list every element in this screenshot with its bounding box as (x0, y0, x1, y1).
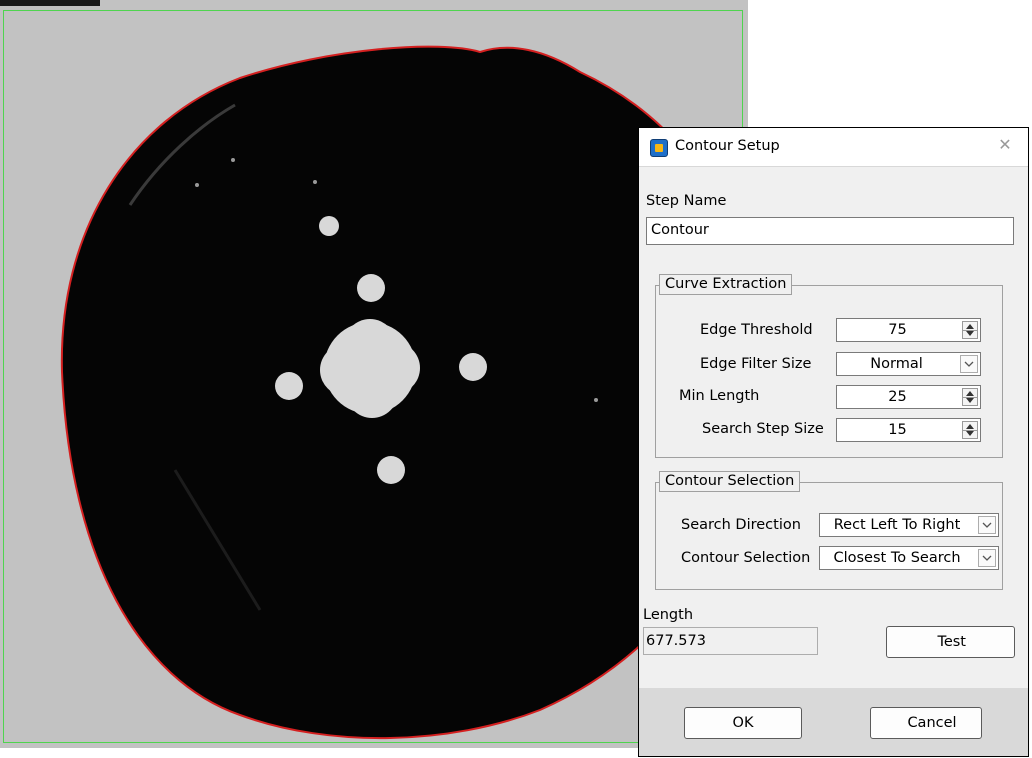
edge-filter-size-label: Edge Filter Size (700, 356, 812, 372)
length-readout: 677.573 (643, 627, 818, 655)
contour-selection-value: Closest To Search (833, 550, 961, 566)
step-name-input[interactable]: Contour (646, 217, 1014, 245)
search-direction-value: Rect Left To Right (833, 517, 961, 533)
search-direction-label: Search Direction (681, 517, 801, 533)
edge-threshold-label: Edge Threshold (700, 322, 813, 338)
chevron-down-icon[interactable] (978, 516, 996, 534)
length-label: Length (643, 607, 694, 623)
chevron-down-icon[interactable] (978, 549, 996, 567)
edge-threshold-value[interactable]: 75 (837, 319, 958, 341)
cancel-button[interactable]: Cancel (870, 707, 982, 739)
image-viewer[interactable] (0, 0, 748, 748)
close-icon[interactable]: ✕ (996, 136, 1014, 154)
chevron-down-icon[interactable] (960, 355, 978, 373)
min-length-value[interactable]: 25 (837, 386, 958, 408)
edge-filter-size-value: Normal (870, 356, 923, 372)
contour-selection-label: Contour Selection (681, 550, 811, 566)
min-length-spinner[interactable]: 25 (836, 385, 981, 409)
roi-rectangle[interactable] (3, 10, 743, 743)
step-name-label: Step Name (646, 193, 727, 209)
dialog-button-bar: OK Cancel (639, 688, 1028, 756)
curve-extraction-legend: Curve Extraction (659, 274, 793, 295)
dialog-title: Contour Setup (675, 138, 780, 154)
spinner-arrows-icon[interactable] (962, 388, 978, 406)
search-step-size-value[interactable]: 15 (837, 419, 958, 441)
search-step-size-spinner[interactable]: 15 (836, 418, 981, 442)
dialog-titlebar[interactable]: Contour Setup ✕ (639, 128, 1028, 167)
contour-selection-legend: Contour Selection (659, 471, 801, 492)
spinner-arrows-icon[interactable] (962, 421, 978, 439)
app-logo-icon (650, 139, 668, 157)
search-step-size-label: Search Step Size (702, 421, 824, 437)
ok-button[interactable]: OK (684, 707, 802, 739)
search-direction-select[interactable]: Rect Left To Right (819, 513, 999, 537)
test-button[interactable]: Test (886, 626, 1015, 658)
edge-threshold-spinner[interactable]: 75 (836, 318, 981, 342)
contour-setup-dialog: Contour Setup ✕ Step Name Contour Curve … (638, 127, 1029, 757)
contour-selection-select[interactable]: Closest To Search (819, 546, 999, 570)
spinner-arrows-icon[interactable] (962, 321, 978, 339)
min-length-label: Min Length (679, 388, 760, 404)
edge-filter-size-select[interactable]: Normal (836, 352, 981, 376)
